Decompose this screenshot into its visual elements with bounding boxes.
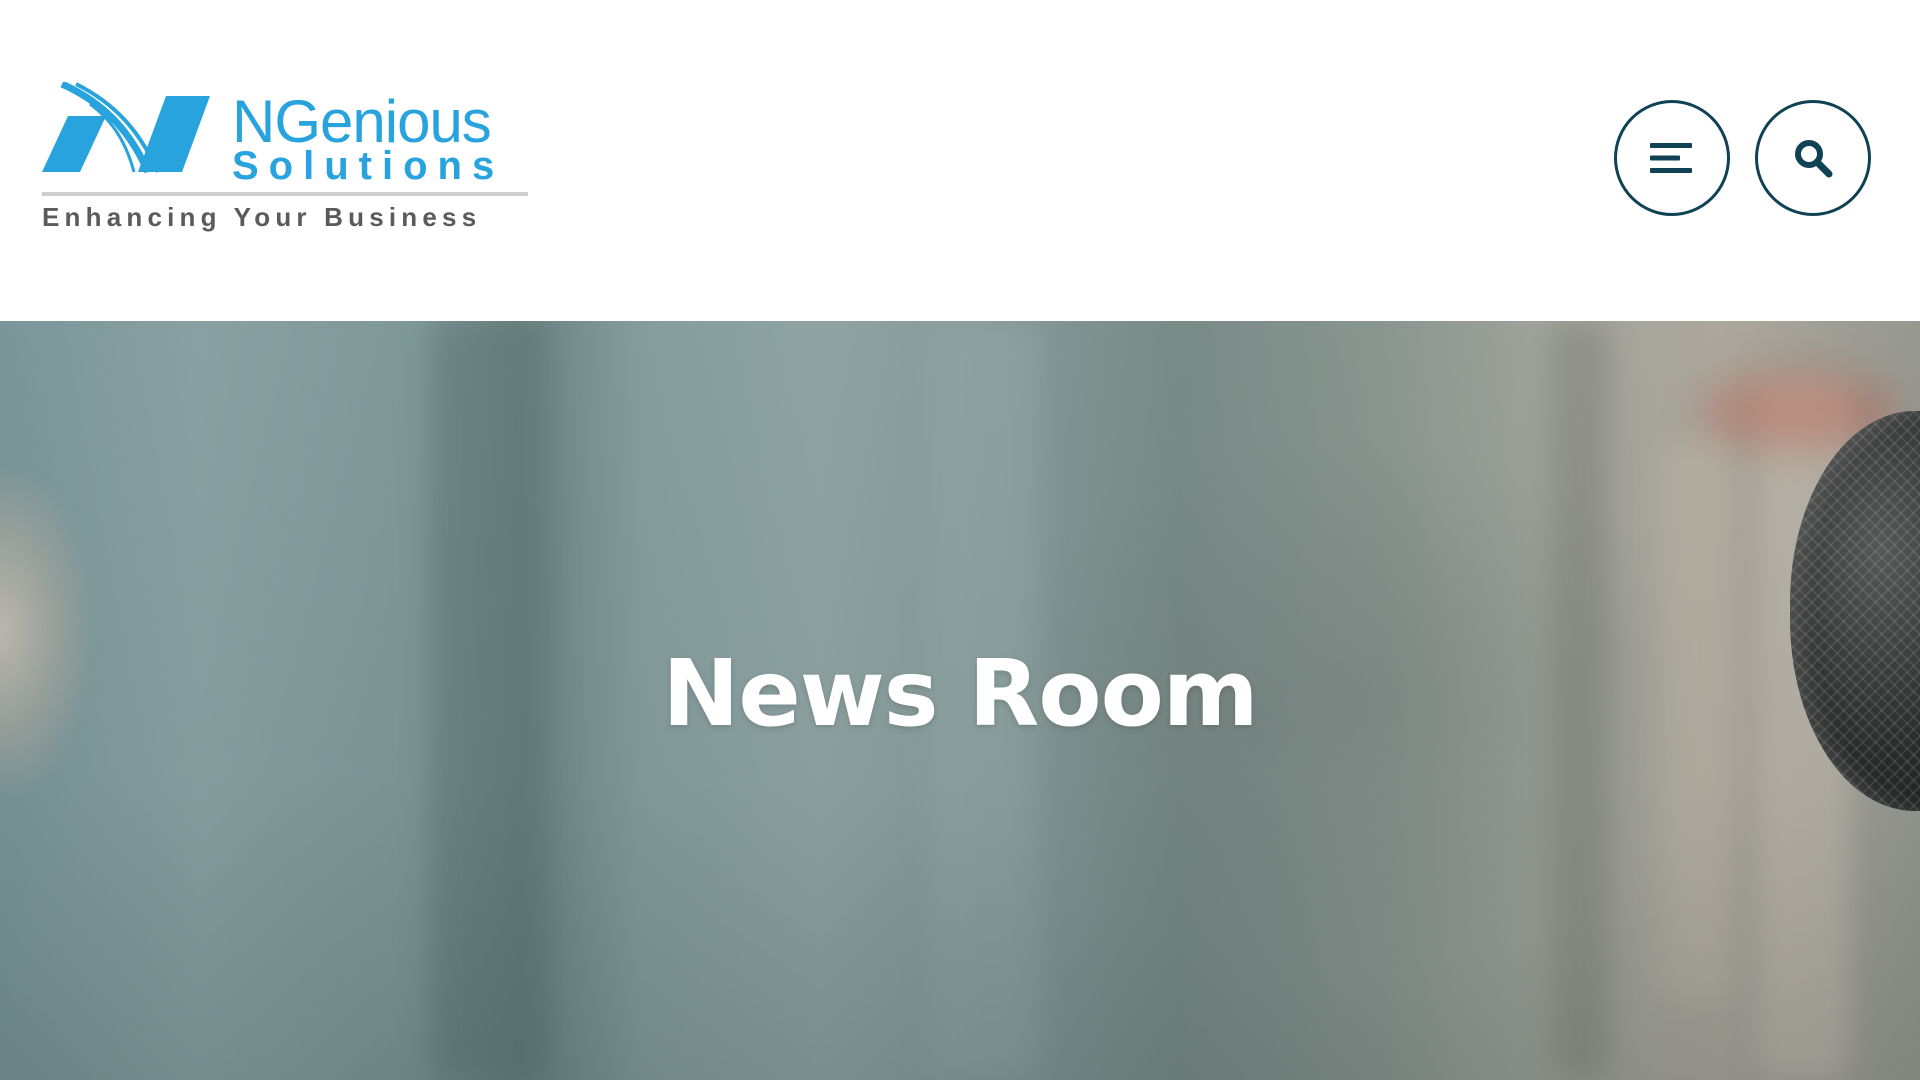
search-button[interactable] (1755, 100, 1871, 216)
hamburger-menu-icon (1650, 143, 1692, 173)
logo-sub-name: Solutions (232, 144, 505, 188)
page-title: News Room (662, 640, 1258, 747)
search-icon (1795, 140, 1833, 178)
logo-divider (42, 192, 528, 196)
site-header: NGenious Solutions Enhancing Your Busine… (0, 0, 1920, 321)
logo-brand-name: NGenious (232, 88, 492, 155)
logo-tagline: Enhancing Your Business (42, 202, 482, 232)
site-logo[interactable]: NGenious Solutions Enhancing Your Busine… (42, 82, 532, 237)
logo-mark-icon (42, 82, 210, 174)
menu-button[interactable] (1614, 100, 1730, 216)
page: NGenious Solutions Enhancing Your Busine… (0, 0, 1920, 1080)
hero-banner: News Room (0, 321, 1920, 1080)
